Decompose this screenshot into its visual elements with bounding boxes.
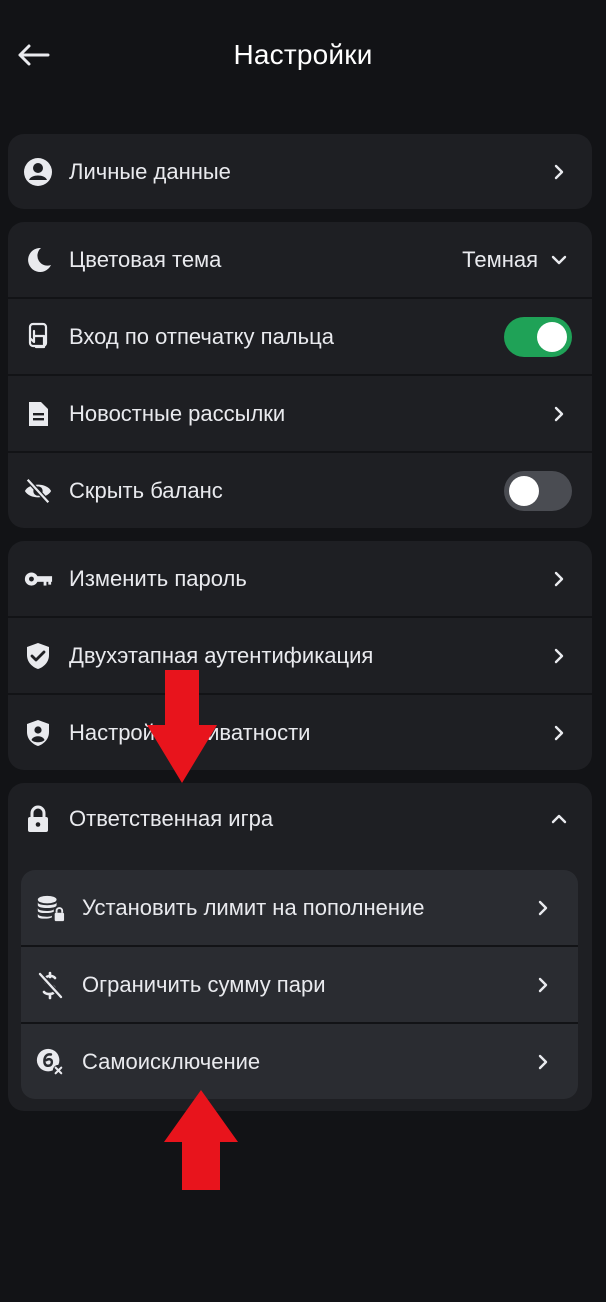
responsible-gaming-title: Ответственная игра: [69, 806, 274, 831]
account-circle-icon: [23, 157, 53, 187]
chevron-right-icon: [550, 163, 568, 181]
dollar-off-icon: [35, 970, 65, 1000]
self-exclusion-item[interactable]: Самоисключение: [21, 1022, 578, 1099]
color-theme-label: Цветовая тема: [69, 246, 222, 272]
hide-balance-label: Скрыть баланс: [69, 477, 223, 503]
deposit-limit-label: Установить лимит на пополнение: [82, 894, 425, 920]
chevron-right-icon: [550, 724, 568, 742]
self-exclusion-label: Самоисключение: [82, 1048, 261, 1074]
color-theme-item[interactable]: Цветовая тема Темная: [8, 222, 592, 297]
moon-icon: [23, 245, 53, 275]
change-password-label: Изменить пароль: [69, 565, 247, 591]
document-icon: [23, 399, 53, 429]
responsible-gaming-header[interactable]: Ответственная игра: [8, 783, 592, 855]
newsletters-label: Новостные рассылки: [69, 400, 286, 426]
toggle-knob: [537, 321, 567, 352]
app-settings-card: Цветовая тема Темная Вход по отпечатку п…: [8, 222, 592, 528]
lock-icon: [23, 804, 53, 834]
page-title: Настройки: [233, 39, 373, 70]
key-icon: [23, 564, 53, 594]
coins-lock-icon: [35, 893, 65, 923]
fingerprint-login-label: Вход по отпечатку пальца: [69, 323, 334, 349]
fingerprint-login-item: Вход по отпечатку пальца: [8, 297, 592, 374]
fingerprint-touch-icon: [23, 322, 53, 352]
deposit-limit-item[interactable]: Установить лимит на пополнение: [21, 870, 578, 945]
two-factor-auth-item[interactable]: Двухэтапная аутентификация: [8, 616, 592, 693]
responsible-gaming-card: Ответственная игра Установить лимит на п…: [8, 783, 592, 1111]
hide-balance-item: Скрыть баланс: [8, 451, 592, 528]
shield-user-icon: [23, 718, 53, 748]
top-bar: Настройки: [0, 0, 606, 110]
chevron-right-icon: [534, 976, 552, 994]
security-card: Изменить пароль Двухэтапная аутентификац…: [8, 541, 592, 770]
hide-balance-toggle[interactable]: [504, 470, 572, 511]
fingerprint-toggle[interactable]: [504, 316, 572, 357]
newsletters-item[interactable]: Новостные рассылки: [8, 374, 592, 451]
privacy-settings-item[interactable]: Настройки приватности: [8, 693, 592, 770]
personal-data-item[interactable]: Личные данные: [8, 134, 592, 209]
chevron-down-icon: [550, 251, 568, 269]
change-password-item[interactable]: Изменить пароль: [8, 541, 592, 616]
chevron-right-icon: [550, 647, 568, 665]
annotation-arrow-down: [147, 670, 217, 783]
self-exclusion-icon: [35, 1047, 65, 1077]
chevron-right-icon: [534, 1053, 552, 1071]
bet-limit-item[interactable]: Ограничить сумму пари: [21, 945, 578, 1022]
chevron-right-icon: [550, 570, 568, 588]
chevron-right-icon: [534, 899, 552, 917]
responsible-gaming-submenu: Установить лимит на пополнение Ограничит…: [21, 870, 578, 1099]
profile-card: Личные данные: [8, 134, 592, 209]
chevron-up-icon: [550, 810, 568, 828]
bet-limit-label: Ограничить сумму пари: [82, 971, 326, 997]
toggle-knob: [509, 475, 539, 506]
chevron-right-icon: [550, 405, 568, 423]
eye-off-icon: [23, 476, 53, 506]
two-factor-auth-label: Двухэтапная аутентификация: [69, 642, 374, 668]
personal-data-label: Личные данные: [69, 158, 231, 184]
annotation-arrow-up: [164, 1090, 238, 1190]
shield-check-icon: [23, 641, 53, 671]
color-theme-value[interactable]: Темная: [462, 247, 538, 273]
